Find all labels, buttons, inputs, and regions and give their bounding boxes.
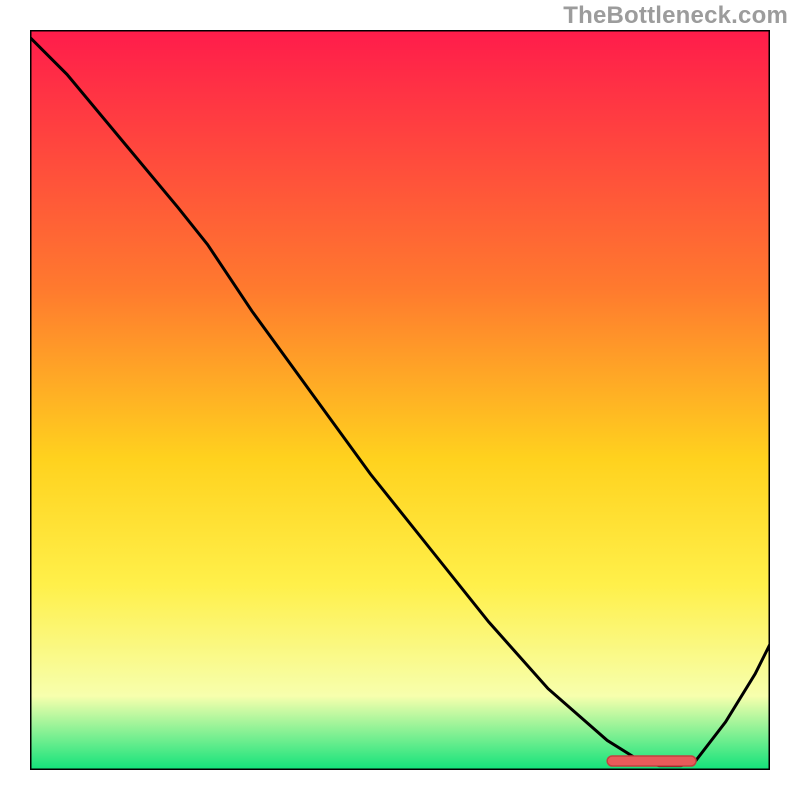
gradient-background [30, 30, 770, 770]
chart-svg [30, 30, 770, 770]
watermark-text: TheBottleneck.com [563, 2, 788, 30]
plot-area [30, 30, 770, 770]
optimal-band-marker [607, 756, 696, 766]
chart-container: TheBottleneck.com [0, 0, 800, 800]
